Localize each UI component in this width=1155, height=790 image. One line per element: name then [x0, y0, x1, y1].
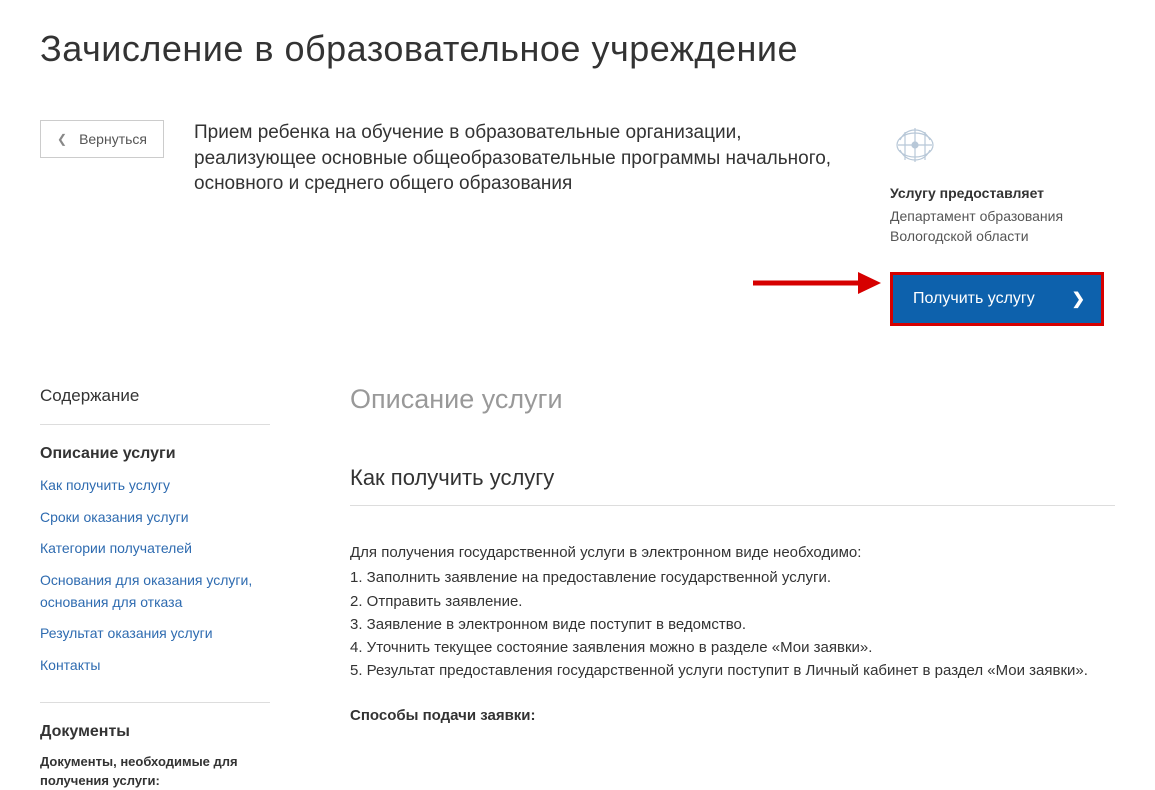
sidebar-link-result[interactable]: Результат оказания услуги [40, 625, 213, 641]
sidebar-link-item: Контакты [40, 655, 270, 677]
main-content-grid: Содержание Описание услуги Как получить … [40, 386, 1115, 790]
steps-list: 1. Заполнить заявление на предоставление… [350, 566, 1115, 682]
page-title: Зачисление в образовательное учреждение [40, 28, 1115, 70]
sidebar-link-grounds[interactable]: Основания для оказания услуги, основания… [40, 572, 252, 610]
provider-label: Услугу предоставляет [890, 185, 1115, 201]
sidebar-link-categories[interactable]: Категории получателей [40, 540, 192, 556]
sidebar-link-item: Сроки оказания услуги [40, 507, 270, 529]
sidebar: Содержание Описание услуги Как получить … [40, 386, 270, 790]
steps-intro: Для получения государственной услуги в э… [350, 541, 1115, 564]
step-item: 2. Отправить заявление. [350, 590, 1115, 613]
content-subheading: Как получить услугу [350, 465, 1115, 506]
sidebar-link-howto[interactable]: Как получить услугу [40, 477, 170, 493]
main-content: Описание услуги Как получить услугу Для … [350, 386, 1115, 790]
sidebar-link-terms[interactable]: Сроки оказания услуги [40, 509, 189, 525]
step-item: 3. Заявление в электронном виде поступит… [350, 613, 1115, 636]
back-button[interactable]: ❮ Вернуться [40, 120, 164, 158]
docs-item: Документы, необходимые для получения усл… [40, 753, 270, 789]
get-service-label: Получить услугу [913, 290, 1035, 308]
provider-block: Услугу предоставляет Департамент образов… [890, 120, 1115, 326]
chevron-right-icon: ❯ [1072, 289, 1085, 309]
step-item: 1. Заполнить заявление на предоставление… [350, 566, 1115, 589]
sidebar-link-item: Как получить услугу [40, 475, 270, 497]
submit-methods-title: Способы подачи заявки: [350, 707, 1115, 724]
top-section: ❮ Вернуться Прием ребенка на обучение в … [40, 120, 1115, 326]
docs-title: Документы [40, 723, 270, 741]
sidebar-link-item: Основания для оказания услуги, основания… [40, 570, 270, 613]
provider-name: Департамент образования Вологодской обла… [890, 207, 1115, 246]
sidebar-link-item: Категории получателей [40, 538, 270, 560]
content-heading: Описание услуги [350, 384, 1115, 415]
sidebar-link-contacts[interactable]: Контакты [40, 657, 100, 673]
emblem-icon [890, 120, 940, 170]
chevron-left-icon: ❮ [57, 132, 67, 146]
sidebar-links-list: Как получить услугу Сроки оказания услуг… [40, 475, 270, 703]
step-item: 5. Результат предоставления государствен… [350, 659, 1115, 682]
service-description: Прием ребенка на обучение в образователь… [194, 120, 890, 326]
step-item: 4. Уточнить текущее состояние заявления … [350, 636, 1115, 659]
sidebar-section-title: Описание услуги [40, 445, 270, 463]
sidebar-title: Содержание [40, 386, 270, 425]
sidebar-link-item: Результат оказания услуги [40, 623, 270, 645]
description-text: Прием ребенка на обучение в образователь… [194, 120, 860, 197]
back-button-label: Вернуться [79, 131, 147, 147]
get-service-button[interactable]: Получить услугу ❯ [890, 272, 1104, 326]
